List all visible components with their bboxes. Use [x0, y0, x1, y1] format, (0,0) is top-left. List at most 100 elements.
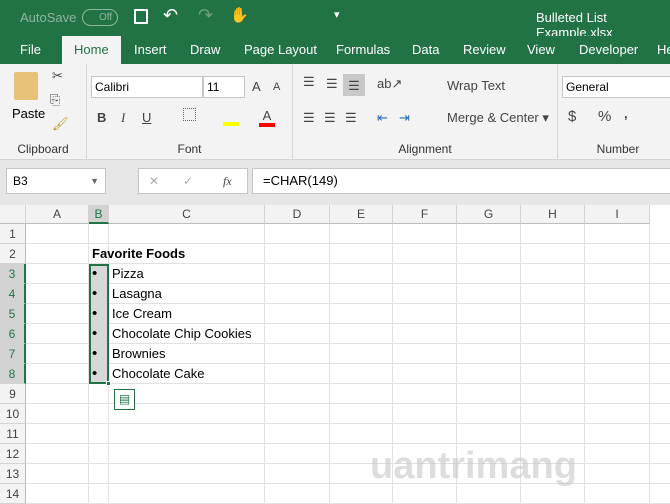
ribbon: Paste ✂ ⎘ 🖌 Clipboard Calibri 11 A A B I… — [0, 64, 670, 160]
column-header[interactable]: D — [265, 205, 330, 224]
row-header[interactable]: 5 — [0, 304, 26, 324]
bullet-cell[interactable]: • — [89, 344, 109, 364]
gridline — [264, 224, 265, 504]
row-header[interactable]: 11 — [0, 424, 26, 444]
bullet-cell[interactable]: • — [89, 364, 109, 384]
touch-mode-icon[interactable]: ✋ — [230, 6, 249, 24]
bullet-cell[interactable]: • — [89, 324, 109, 344]
row-header[interactable]: 13 — [0, 464, 26, 484]
bullet-cell[interactable]: • — [89, 304, 109, 324]
row-header[interactable]: 14 — [0, 484, 26, 504]
row-header[interactable]: 3 — [0, 264, 26, 284]
percent-button[interactable]: % — [598, 108, 611, 125]
row-header[interactable]: 2 — [0, 244, 26, 264]
number-group: General $ % , Number — [558, 64, 670, 160]
undo-icon[interactable]: ↶ — [163, 5, 178, 26]
autosave-label: AutoSave — [20, 10, 77, 25]
bullet-cell[interactable]: • — [89, 264, 109, 284]
column-header[interactable]: H — [521, 205, 585, 224]
increase-indent-icon[interactable]: ⇥ — [399, 110, 410, 126]
borders-icon[interactable] — [183, 108, 196, 121]
column-header[interactable]: G — [457, 205, 521, 224]
save-icon[interactable] — [134, 9, 148, 24]
tab-help[interactable]: He — [657, 36, 670, 64]
tab-review[interactable]: Review — [463, 36, 506, 64]
tab-page-layout[interactable]: Page Layout — [244, 36, 317, 64]
bullet-cell[interactable]: • — [89, 284, 109, 304]
cut-icon[interactable]: ✂ — [52, 68, 63, 84]
list-item-cell[interactable]: Pizza — [109, 264, 144, 284]
tab-formulas[interactable]: Formulas — [336, 36, 390, 64]
merge-center-label: Merge & Center — [447, 110, 539, 125]
tab-insert[interactable]: Insert — [134, 36, 167, 64]
decrease-font-icon[interactable]: A — [273, 81, 280, 93]
font-color-icon[interactable]: A — [259, 108, 275, 127]
center-icon[interactable]: ☰ — [324, 110, 336, 126]
middle-align-icon[interactable]: ☰ — [326, 76, 338, 92]
row-header[interactable]: 6 — [0, 324, 26, 344]
tab-draw[interactable]: Draw — [190, 36, 220, 64]
row-header[interactable]: 4 — [0, 284, 26, 304]
wrap-text-button[interactable]: Wrap Text — [429, 78, 505, 93]
row-header[interactable]: 1 — [0, 224, 26, 244]
cancel-icon[interactable]: ✕ — [149, 169, 159, 193]
row-header[interactable]: 8 — [0, 364, 26, 384]
tab-home[interactable]: Home — [62, 36, 121, 64]
enter-icon[interactable]: ✓ — [183, 169, 193, 193]
bold-button[interactable]: B — [97, 110, 106, 125]
paste-icon[interactable] — [14, 72, 38, 100]
customize-qat-icon[interactable]: ▾ — [334, 8, 340, 21]
list-item-cell[interactable]: Lasagna — [109, 284, 162, 304]
tab-data[interactable]: Data — [412, 36, 439, 64]
column-header[interactable]: C — [109, 205, 265, 224]
tab-file[interactable]: File — [20, 36, 41, 64]
column-header[interactable]: A — [26, 205, 89, 224]
formula-input[interactable]: =CHAR(149) — [252, 168, 670, 194]
format-painter-icon[interactable]: 🖌 — [52, 116, 69, 132]
paste-button[interactable]: Paste — [12, 106, 45, 121]
row-header[interactable]: 7 — [0, 344, 26, 364]
cell-c2[interactable]: Favorite Foods — [89, 244, 185, 264]
watermark: uantrimang — [370, 445, 577, 487]
spreadsheet-grid[interactable]: A B C D E F G H I 1 2 3 4 5 6 7 8 9 10 11 12 13 14 Favorite Foo… — [0, 205, 670, 504]
column-header[interactable]: I — [585, 205, 650, 224]
autosave-toggle[interactable]: Off — [82, 9, 118, 26]
number-format-select[interactable]: General — [562, 76, 670, 98]
comma-button[interactable]: , — [624, 106, 628, 121]
italic-button[interactable]: I — [121, 110, 125, 126]
align-left-icon[interactable]: ☰ — [303, 110, 315, 126]
list-item-cell[interactable]: Ice Cream — [109, 304, 172, 324]
tab-developer[interactable]: Developer — [579, 36, 638, 64]
bottom-align-icon[interactable]: ☰ — [343, 74, 365, 96]
row-header[interactable]: 9 — [0, 384, 26, 404]
row-header[interactable]: 10 — [0, 404, 26, 424]
increase-font-icon[interactable]: A — [252, 79, 261, 94]
list-item-cell[interactable]: Chocolate Chip Cookies — [109, 324, 251, 344]
row-header[interactable]: 12 — [0, 444, 26, 464]
underline-button[interactable]: U — [142, 110, 151, 125]
ribbon-tabs: File Home Insert Draw Page Layout Formul… — [0, 36, 670, 64]
gridline — [649, 224, 650, 504]
select-all-corner[interactable] — [0, 205, 26, 224]
font-size-select[interactable]: 11 — [203, 76, 245, 98]
column-header[interactable]: E — [330, 205, 393, 224]
merge-center-button[interactable]: Merge & Center ▾ — [429, 110, 549, 126]
font-name-select[interactable]: Calibri — [91, 76, 203, 98]
list-item-cell[interactable]: Chocolate Cake — [109, 364, 205, 384]
copy-icon[interactable]: ⎘ — [50, 92, 60, 108]
fill-color-icon[interactable] — [223, 110, 239, 126]
quick-analysis-icon[interactable]: ▤ — [114, 389, 135, 410]
column-header[interactable]: F — [393, 205, 457, 224]
font-name-value: Calibri — [95, 80, 130, 94]
column-header[interactable]: B — [89, 205, 109, 224]
decrease-indent-icon[interactable]: ⇤ — [377, 110, 388, 126]
tab-view[interactable]: View — [527, 36, 555, 64]
align-right-icon[interactable]: ☰ — [345, 110, 357, 126]
insert-function-icon[interactable]: fx — [223, 169, 232, 193]
name-box[interactable]: B3 ▼ — [6, 168, 106, 194]
list-item-cell[interactable]: Brownies — [109, 344, 165, 364]
currency-button[interactable]: $ — [568, 108, 576, 125]
orientation-icon[interactable]: ab↗ — [377, 76, 402, 92]
top-align-icon[interactable]: ☰ — [303, 74, 315, 90]
name-box-value: B3 — [13, 174, 28, 188]
